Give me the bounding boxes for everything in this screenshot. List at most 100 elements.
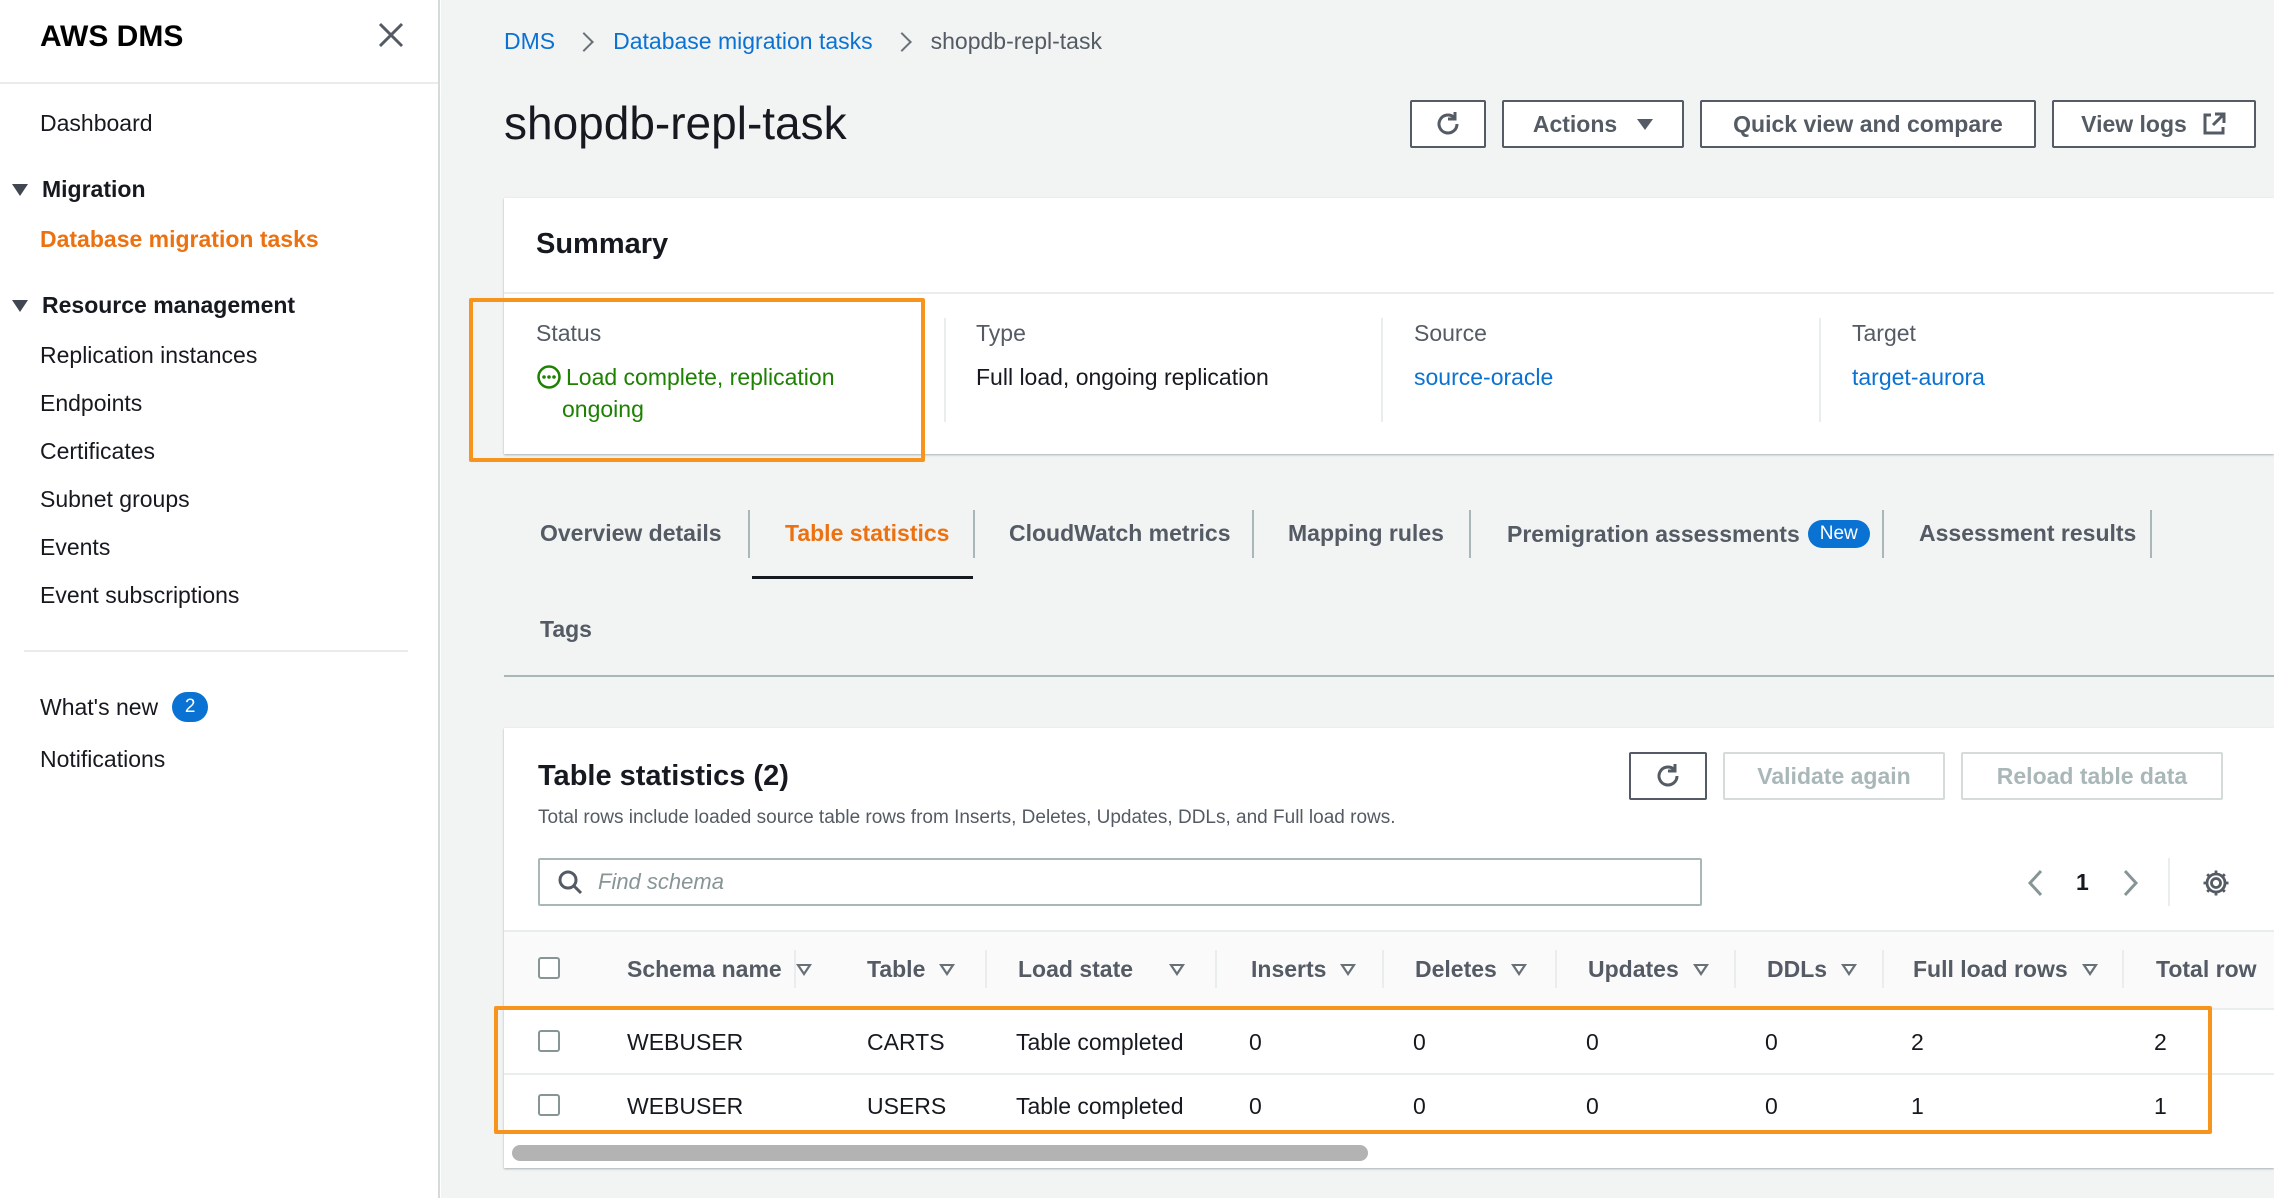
side-navigation: AWS DMS Dashboard Migration Database mig… <box>0 0 440 1198</box>
sort-icon <box>2081 963 2098 976</box>
source-endpoint-link[interactable]: source-oracle <box>1414 361 1553 393</box>
tab-divider <box>2150 510 2152 558</box>
column-label: Updates <box>1588 956 1679 982</box>
column-header-full-load-rows[interactable]: Full load rows <box>1913 956 2098 983</box>
refresh-icon <box>1437 112 1459 135</box>
in-progress-status-icon <box>537 365 561 389</box>
row-checkbox[interactable] <box>538 1030 560 1052</box>
tab-table-statistics[interactable]: Table statistics <box>785 520 949 547</box>
tab-tags[interactable]: Tags <box>540 616 592 643</box>
sidebar-item-certificates[interactable]: Certificates <box>40 438 155 465</box>
sidebar-item-subnet-groups[interactable]: Subnet groups <box>40 486 190 513</box>
tab-divider <box>973 510 975 558</box>
pagination-divider <box>2168 858 2170 906</box>
cell-inserts: 0 <box>1249 1029 1262 1055</box>
reload-table-data-button[interactable]: Reload table data <box>1961 752 2223 800</box>
sidebar-item-replication-instances[interactable]: Replication instances <box>40 342 257 369</box>
column-header-deletes[interactable]: Deletes <box>1415 956 1527 983</box>
tab-divider <box>748 510 750 558</box>
sidebar-item-dashboard[interactable]: Dashboard <box>40 110 153 137</box>
table-refresh-button[interactable] <box>1629 752 1707 800</box>
find-schema-search[interactable] <box>538 858 1702 906</box>
chevron-right-icon[interactable] <box>2117 868 2143 898</box>
caret-down-icon <box>12 183 28 196</box>
column-divider <box>1555 950 1557 988</box>
sidebar-divider <box>24 650 408 652</box>
tab-divider <box>1252 510 1254 558</box>
breadcrumb-dms[interactable]: DMS <box>504 28 555 55</box>
search-input[interactable] <box>598 869 1700 895</box>
sidebar-item-whats-new[interactable]: What's new 2 <box>40 692 209 722</box>
column-label: Load state <box>1018 956 1134 982</box>
cell-full-load-rows: 2 <box>1911 1029 1924 1055</box>
row-checkbox[interactable] <box>538 1094 560 1116</box>
tabs-bottom-border <box>504 675 2274 677</box>
breadcrumb-current: shopdb-repl-task <box>930 28 1102 54</box>
column-label: Table <box>867 956 926 982</box>
cell-total-rows: 1 <box>2154 1093 2167 1119</box>
cell-updates: 0 <box>1586 1029 1599 1055</box>
sidebar-section-migration[interactable]: Migration <box>12 176 146 203</box>
column-header-table[interactable]: Table <box>867 956 956 983</box>
column-header-total-rows[interactable]: Total row <box>2156 956 2274 983</box>
sort-icon <box>939 963 956 976</box>
sidebar-section-resource-management[interactable]: Resource management <box>12 292 295 319</box>
sort-icon <box>795 963 812 976</box>
sidebar-item-endpoints[interactable]: Endpoints <box>40 390 142 417</box>
target-endpoint-link[interactable]: target-aurora <box>1852 361 1985 393</box>
cell-inserts: 0 <box>1249 1093 1262 1119</box>
select-all-checkbox[interactable] <box>538 957 560 979</box>
section-label: Migration <box>42 176 146 202</box>
sidebar-item-database-migration-tasks[interactable]: Database migration tasks <box>40 226 319 253</box>
view-logs-button[interactable]: View logs <box>2052 100 2256 148</box>
tab-overview-details[interactable]: Overview details <box>540 520 722 547</box>
breadcrumb: DMS Database migration tasks shopdb-repl… <box>504 28 1102 55</box>
tab-cloudwatch-metrics[interactable]: CloudWatch metrics <box>1009 520 1231 547</box>
horizontal-scrollbar-thumb[interactable] <box>512 1145 1368 1161</box>
column-header-load-state[interactable]: Load state <box>1018 956 1186 983</box>
sort-icon <box>1510 963 1527 976</box>
sidebar-title: AWS DMS <box>40 20 184 53</box>
whats-new-count-badge: 2 <box>172 692 209 722</box>
column-label: DDLs <box>1767 956 1828 982</box>
breadcrumb-database-migration-tasks[interactable]: Database migration tasks <box>613 28 873 55</box>
quick-view-and-compare-button[interactable]: Quick view and compare <box>1700 100 2036 148</box>
tab-divider <box>1882 510 1884 558</box>
actions-label: Actions <box>1532 110 1618 137</box>
caret-down-icon <box>1637 118 1654 130</box>
summary-divider <box>944 318 946 422</box>
refresh-icon <box>1657 764 1679 787</box>
tab-mapping-rules[interactable]: Mapping rules <box>1288 520 1444 547</box>
search-icon <box>558 870 583 895</box>
row-divider <box>504 1073 2274 1075</box>
cell-deletes: 0 <box>1413 1093 1426 1119</box>
sidebar-item-event-subscriptions[interactable]: Event subscriptions <box>40 582 239 609</box>
close-icon[interactable] <box>374 18 408 52</box>
validate-again-button[interactable]: Validate again <box>1723 752 1945 800</box>
tab-assessment-results[interactable]: Assessment results <box>1919 520 2136 547</box>
column-divider <box>794 950 796 988</box>
column-header-ddls[interactable]: DDLs <box>1767 956 1858 983</box>
actions-button[interactable]: Actions <box>1502 100 1684 148</box>
column-header-schema-name[interactable]: Schema name <box>627 956 812 983</box>
column-divider <box>1382 950 1384 988</box>
cell-table: USERS <box>867 1093 947 1119</box>
chevron-left-icon[interactable] <box>2023 868 2049 898</box>
status-text-line2: ongoing <box>562 396 644 422</box>
cell-deletes: 0 <box>1413 1029 1426 1055</box>
sort-icon <box>1169 963 1186 976</box>
column-label: Deletes <box>1415 956 1497 982</box>
sidebar-item-events[interactable]: Events <box>40 534 110 561</box>
pagination-current-page[interactable]: 1 <box>2076 869 2089 896</box>
refresh-button[interactable] <box>1410 100 1486 148</box>
sidebar-item-notifications[interactable]: Notifications <box>40 746 165 773</box>
sort-icon <box>1841 963 1858 976</box>
column-header-updates[interactable]: Updates <box>1588 956 1709 983</box>
tab-premigration-assessments[interactable]: Premigration assessments New <box>1507 520 1870 548</box>
target-label: Target <box>1852 320 1916 346</box>
cell-updates: 0 <box>1586 1093 1599 1119</box>
gear-icon[interactable] <box>2201 868 2231 898</box>
cell-total-rows: 2 <box>2154 1029 2167 1055</box>
column-divider <box>1215 950 1217 988</box>
column-header-inserts[interactable]: Inserts <box>1251 956 1357 983</box>
